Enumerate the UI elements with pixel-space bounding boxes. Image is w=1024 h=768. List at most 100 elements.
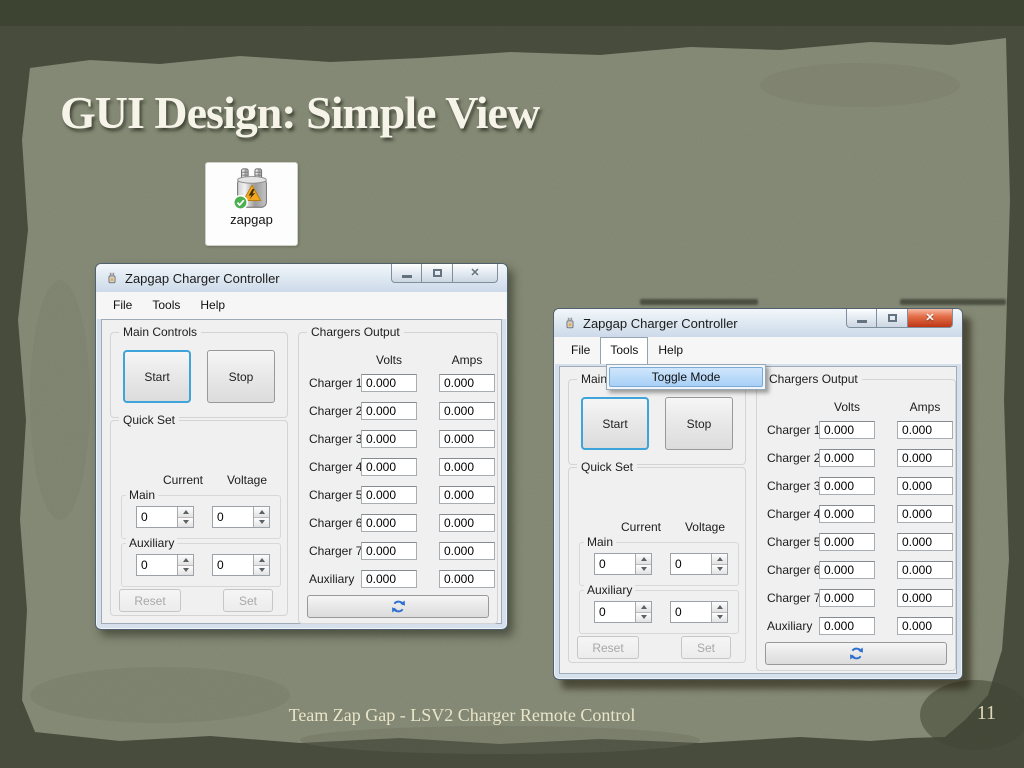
minimize-icon — [401, 275, 412, 278]
chargers-rows: Charger 1 0.000 0.000 Charger 2 0.000 0.… — [757, 418, 955, 642]
menu-help[interactable]: Help — [190, 292, 235, 319]
close-button[interactable]: ✕ — [908, 309, 953, 328]
volts-header: Volts — [375, 353, 402, 367]
aux-voltage-spinner[interactable]: 0 — [212, 554, 270, 576]
background-window-fragment — [640, 299, 758, 305]
spin-up-icon[interactable] — [636, 602, 651, 613]
volts-field[interactable]: 0.000 — [361, 570, 417, 588]
auxiliary-label: Auxiliary — [584, 583, 636, 598]
amps-field[interactable]: 0.000 — [439, 402, 495, 420]
amps-field[interactable]: 0.000 — [897, 589, 953, 607]
charger-row: Charger 1 0.000 0.000 — [299, 371, 497, 399]
amps-field[interactable]: 0.000 — [897, 533, 953, 551]
minimize-button[interactable] — [846, 309, 877, 328]
volts-field[interactable]: 0.000 — [361, 458, 417, 476]
aux-current-spinner[interactable]: 0 — [136, 554, 194, 576]
spin-down-icon[interactable] — [254, 517, 269, 527]
amps-field[interactable]: 0.000 — [897, 477, 953, 495]
amps-field[interactable]: 0.000 — [897, 505, 953, 523]
amps-field[interactable]: 0.000 — [439, 430, 495, 448]
zapgap-desktop-icon[interactable]: zapgap — [205, 162, 298, 246]
main-label: Main — [126, 488, 159, 503]
menu-file[interactable]: File — [103, 292, 142, 319]
spin-up-icon[interactable] — [178, 507, 193, 518]
spin-down-icon[interactable] — [636, 612, 651, 622]
current-header: Current — [620, 520, 661, 534]
volts-field[interactable]: 0.000 — [819, 533, 875, 551]
maximize-button[interactable] — [422, 264, 453, 283]
aux-current-spinner[interactable]: 0 — [594, 601, 652, 623]
volts-field[interactable]: 0.000 — [361, 430, 417, 448]
volts-field[interactable]: 0.000 — [819, 617, 875, 635]
refresh-button[interactable] — [307, 595, 489, 618]
quick-set-group: Quick Set Current Voltage Main 0 0 Auxil… — [568, 460, 746, 663]
amps-field[interactable]: 0.000 — [439, 542, 495, 560]
auxiliary-subgroup: Auxiliary 0 0 — [121, 536, 281, 587]
spinner-value: 0 — [141, 510, 148, 524]
amps-field[interactable]: 0.000 — [439, 514, 495, 532]
menu-tools-open[interactable]: Tools — [600, 337, 649, 364]
spin-up-icon[interactable] — [712, 602, 727, 613]
menu-file[interactable]: File — [561, 337, 600, 364]
spinner-value: 0 — [599, 557, 606, 571]
stop-button[interactable]: Stop — [207, 350, 275, 403]
volts-field[interactable]: 0.000 — [361, 486, 417, 504]
volts-field[interactable]: 0.000 — [819, 505, 875, 523]
close-icon: ✕ — [470, 266, 480, 279]
volts-field[interactable]: 0.000 — [819, 589, 875, 607]
spin-down-icon[interactable] — [712, 564, 727, 574]
amps-field[interactable]: 0.000 — [439, 458, 495, 476]
volts-header: Volts — [833, 400, 860, 414]
spin-up-icon[interactable] — [636, 554, 651, 565]
main-current-spinner[interactable]: 0 — [136, 506, 194, 528]
set-button[interactable]: Set — [223, 589, 273, 612]
main-voltage-spinner[interactable]: 0 — [212, 506, 270, 528]
volts-field[interactable]: 0.000 — [819, 449, 875, 467]
main-current-spinner[interactable]: 0 — [594, 553, 652, 575]
spin-down-icon[interactable] — [178, 565, 193, 575]
reset-button[interactable]: Reset — [577, 636, 639, 659]
aux-voltage-spinner[interactable]: 0 — [670, 601, 728, 623]
spin-up-icon[interactable] — [254, 555, 269, 566]
menu-tools[interactable]: Tools — [142, 292, 190, 319]
stop-button[interactable]: Stop — [665, 397, 733, 450]
amps-field[interactable]: 0.000 — [897, 421, 953, 439]
refresh-button[interactable] — [765, 642, 947, 665]
toggle-mode-menu-item[interactable]: Toggle Mode — [609, 367, 763, 387]
caption-buttons: ✕ — [391, 264, 498, 283]
main-label: Main — [584, 535, 617, 550]
start-button[interactable]: Start — [123, 350, 191, 403]
voltage-header: Voltage — [226, 473, 268, 487]
amps-field[interactable]: 0.000 — [439, 486, 495, 504]
spin-down-icon[interactable] — [178, 517, 193, 527]
maximize-button[interactable] — [877, 309, 908, 328]
amps-field[interactable]: 0.000 — [439, 374, 495, 392]
charger-row: Auxiliary 0.000 0.000 — [757, 614, 955, 642]
volts-field[interactable]: 0.000 — [361, 374, 417, 392]
menu-help[interactable]: Help — [648, 337, 693, 364]
voltage-header: Voltage — [684, 520, 726, 534]
volts-field[interactable]: 0.000 — [361, 542, 417, 560]
minimize-button[interactable] — [391, 264, 422, 283]
spin-up-icon[interactable] — [712, 554, 727, 565]
volts-field[interactable]: 0.000 — [819, 561, 875, 579]
amps-field[interactable]: 0.000 — [897, 617, 953, 635]
amps-field[interactable]: 0.000 — [897, 561, 953, 579]
charger-row: Charger 4 0.000 0.000 — [757, 502, 955, 530]
close-button[interactable]: ✕ — [453, 264, 498, 283]
amps-field[interactable]: 0.000 — [439, 570, 495, 588]
volts-field[interactable]: 0.000 — [361, 402, 417, 420]
spin-down-icon[interactable] — [712, 612, 727, 622]
volts-field[interactable]: 0.000 — [819, 421, 875, 439]
spin-up-icon[interactable] — [178, 555, 193, 566]
volts-field[interactable]: 0.000 — [361, 514, 417, 532]
set-button[interactable]: Set — [681, 636, 731, 659]
main-voltage-spinner[interactable]: 0 — [670, 553, 728, 575]
volts-field[interactable]: 0.000 — [819, 477, 875, 495]
reset-button[interactable]: Reset — [119, 589, 181, 612]
spin-down-icon[interactable] — [254, 565, 269, 575]
amps-field[interactable]: 0.000 — [897, 449, 953, 467]
spin-up-icon[interactable] — [254, 507, 269, 518]
start-button[interactable]: Start — [581, 397, 649, 450]
spin-down-icon[interactable] — [636, 564, 651, 574]
